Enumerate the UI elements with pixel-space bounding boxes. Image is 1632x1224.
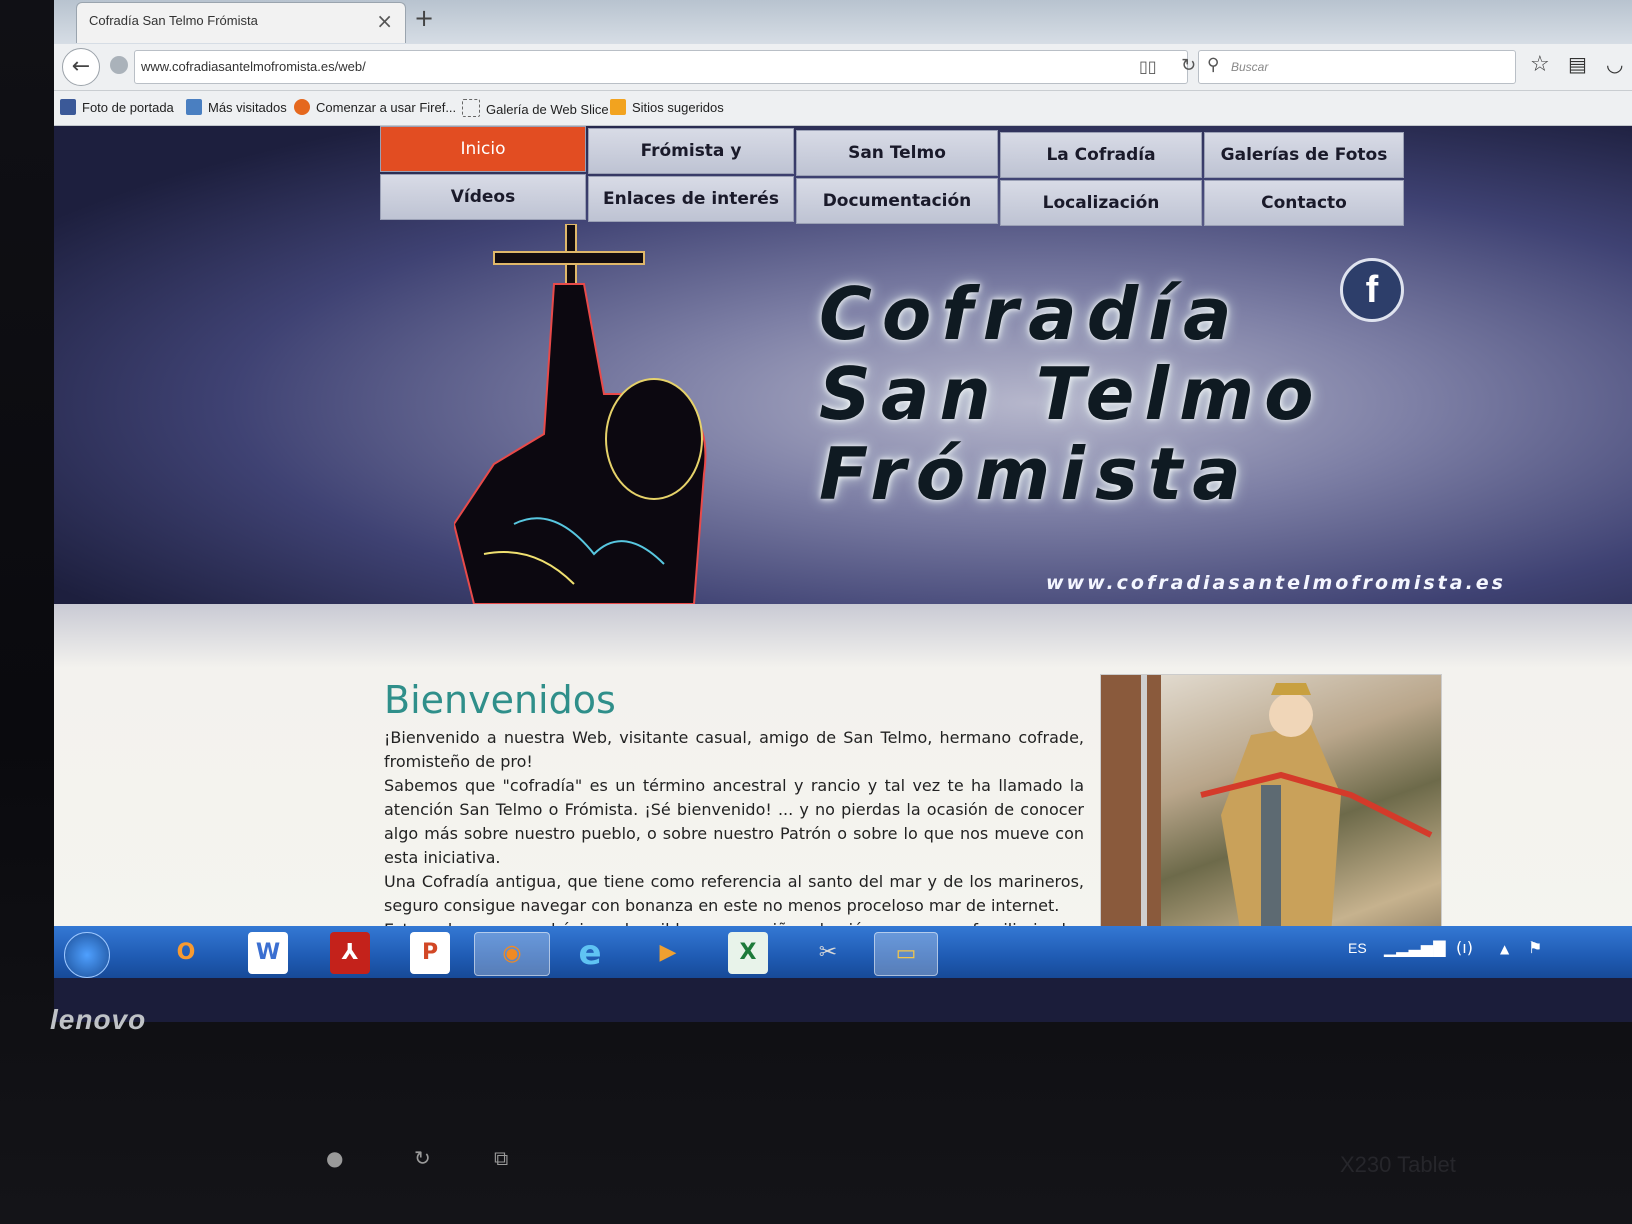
start-button[interactable] xyxy=(64,932,110,978)
brand-logo: lenovo xyxy=(50,1004,147,1035)
hero-title-line1: Cofradía xyxy=(819,272,1242,356)
firefox-icon xyxy=(294,99,310,115)
menu-item-la-cofradia[interactable]: La Cofradía xyxy=(1000,132,1202,178)
menu-item-videos[interactable]: Vídeos xyxy=(380,174,586,220)
screen-orientation-icon[interactable]: ⧉ xyxy=(494,1146,508,1170)
outlook-icon[interactable]: O xyxy=(160,932,212,974)
pocket-icon[interactable]: ◡ xyxy=(1606,52,1623,76)
content-area: Bienvenidos ¡Bienvenido a nuestra Web, v… xyxy=(54,604,1632,960)
menu-item-inicio[interactable]: Inicio xyxy=(380,126,586,172)
reader-view-icon[interactable]: ▯▯ xyxy=(1139,57,1157,76)
nav-bar: ← www.cofradiasantelmofromista.es/web/ ▯… xyxy=(54,44,1632,91)
hero-url: www.cofradiasantelmofromista.es xyxy=(1046,572,1506,594)
tab-bar: Cofradía San Telmo Frómista × + xyxy=(54,0,1632,44)
taskbar: O W ⅄ P ◉ e ▶ X ✂ ▭ ES ▁▂▃▅▇ (ı) ▲ ⚑ xyxy=(54,926,1632,978)
new-tab-icon[interactable]: + xyxy=(414,4,434,32)
bookmark-label: Más visitados xyxy=(208,100,287,115)
menu-item-contacto[interactable]: Contacto xyxy=(1204,180,1404,226)
procession-photo-art xyxy=(1101,675,1433,960)
facebook-icon xyxy=(60,99,76,115)
tab-title: Cofradía San Telmo Frómista xyxy=(89,13,258,28)
wireless-icon[interactable]: (ı) xyxy=(1456,938,1473,957)
bookmark-label: Galería de Web Slice xyxy=(486,102,609,117)
hero-title-line2: San Telmo xyxy=(819,352,1324,436)
battery-signal-icon[interactable]: ▁▂▃▅▇ xyxy=(1384,938,1446,957)
menu-item-galerias[interactable]: Galerías de Fotos xyxy=(1204,132,1404,178)
excel-icon[interactable]: X xyxy=(728,932,768,974)
web-slice-icon xyxy=(462,99,480,117)
search-input[interactable]: ⚲ Buscar xyxy=(1198,50,1516,84)
suggested-sites-icon xyxy=(610,99,626,115)
bookmark-star-icon[interactable]: ☆ xyxy=(1530,52,1550,77)
screen: Cofradía San Telmo Frómista × + ← www.co… xyxy=(54,0,1632,1022)
menu-item-fromista-tradiciones[interactable]: Frómista y tradiciones xyxy=(588,128,794,205)
action-center-icon[interactable]: ⚑ xyxy=(1528,938,1542,957)
hero-title-line3: Frómista xyxy=(819,432,1251,516)
bookmarks-bar: Foto de portada Más visitados Comenzar a… xyxy=(54,91,1632,126)
welcome-paragraph-1: ¡Bienvenido a nuestra Web, visitante cas… xyxy=(384,728,1084,771)
bookmark-item[interactable]: Foto de portada xyxy=(60,99,174,115)
bookmark-item[interactable]: Sitios sugeridos xyxy=(610,99,724,115)
hardware-button-icon[interactable]: ● xyxy=(326,1146,343,1170)
back-icon[interactable]: ← xyxy=(62,48,100,86)
word-icon[interactable]: W xyxy=(248,932,288,974)
saint-figure-illustration xyxy=(454,224,707,604)
menu-item-documentacion[interactable]: Documentación xyxy=(796,178,998,224)
explorer-icon[interactable]: ▭ xyxy=(874,932,938,976)
bookmark-item[interactable]: Comenzar a usar Firef... xyxy=(294,99,456,115)
menu-item-san-telmo[interactable]: San Telmo xyxy=(796,130,998,176)
bookmark-label: Sitios sugeridos xyxy=(632,100,724,115)
bookmark-label: Comenzar a usar Firef... xyxy=(316,100,457,115)
url-text: www.cofradiasantelmofromista.es/web/ xyxy=(141,59,366,74)
welcome-heading: Bienvenidos xyxy=(384,678,616,722)
main-menu: Inicio Frómista y tradiciones San Telmo … xyxy=(380,126,1404,228)
web-page: Inicio Frómista y tradiciones San Telmo … xyxy=(54,126,1632,960)
most-visited-icon xyxy=(186,99,202,115)
search-icon: ⚲ xyxy=(1207,55,1220,75)
bookmark-label: Foto de portada xyxy=(82,100,174,115)
welcome-paragraph-3: Una Cofradía antigua, que tiene como ref… xyxy=(384,872,1084,915)
bookmark-item[interactable]: Galería de Web Slice xyxy=(462,99,609,117)
welcome-paragraph-2: Sabemos que "cofradía" es un término anc… xyxy=(384,776,1084,867)
reload-icon[interactable]: ↻ xyxy=(1181,55,1196,76)
acrobat-icon[interactable]: ⅄ xyxy=(330,932,370,974)
powerpoint-icon[interactable]: P xyxy=(410,932,450,974)
snipping-icon[interactable]: ✂ xyxy=(802,932,854,974)
tray-expand-icon[interactable]: ▲ xyxy=(1500,942,1509,956)
ie-icon[interactable]: e xyxy=(564,932,616,974)
reading-list-icon[interactable]: ▤ xyxy=(1568,52,1587,76)
bookmark-item[interactable]: Más visitados xyxy=(186,99,287,115)
close-icon[interactable]: × xyxy=(376,9,393,33)
rotate-icon[interactable]: ↻ xyxy=(414,1146,431,1170)
tab-active[interactable]: Cofradía San Telmo Frómista × xyxy=(76,2,406,43)
model-label: X230 Tablet xyxy=(1340,1152,1456,1177)
url-bar[interactable]: www.cofradiasantelmofromista.es/web/ ▯▯ … xyxy=(134,50,1196,84)
facebook-icon[interactable]: f xyxy=(1340,258,1404,322)
firefox-icon[interactable]: ◉ xyxy=(474,932,550,976)
menu-item-localizacion[interactable]: Localización xyxy=(1000,180,1202,226)
language-indicator[interactable]: ES xyxy=(1348,940,1367,956)
site-identity-icon[interactable] xyxy=(110,56,128,74)
search-placeholder: Buscar xyxy=(1231,60,1269,74)
menu-item-enlaces[interactable]: Enlaces de interés xyxy=(588,176,794,222)
media-player-icon[interactable]: ▶ xyxy=(642,932,694,974)
hero-banner: Inicio Frómista y tradiciones San Telmo … xyxy=(54,126,1632,604)
procession-photo xyxy=(1100,674,1442,960)
